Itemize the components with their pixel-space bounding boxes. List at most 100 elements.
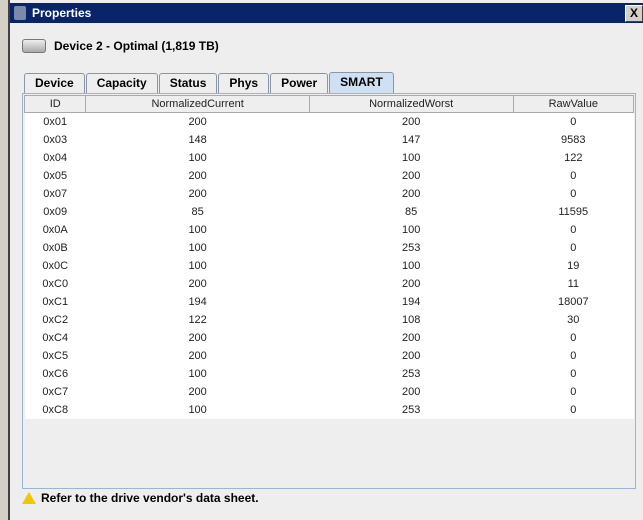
table-cell: 0x09 [24,203,86,221]
table-row[interactable]: 0x01 200 200 0 [24,112,634,131]
table-cell: 100 [85,257,310,275]
table-cell: 100 [85,365,310,383]
table-cell: 108 [309,311,514,329]
table-cell: 11 [513,275,634,293]
table-cell: 200 [309,112,514,131]
table-cell: 0 [513,365,634,383]
table-cell: 200 [309,275,514,293]
device-label: Device 2 - Optimal (1,819 TB) [54,39,219,53]
table-cell: 0 [513,347,634,365]
table-cell: 0xC2 [24,311,86,329]
table-cell: 30 [513,311,634,329]
table-cell: 0xC1 [24,293,86,311]
table-cell: 200 [309,347,514,365]
table-row[interactable]: 0xC2 122 108 30 [24,311,634,329]
column-header[interactable]: RawValue [512,95,635,113]
table-cell: 253 [309,401,514,419]
table-cell: 0x0A [24,221,86,239]
table-cell: 18007 [513,293,634,311]
table-cell: 0x03 [24,131,86,149]
table-row[interactable]: 0xC7 200 200 0 [24,383,634,401]
table-row[interactable]: 0xC0 200 200 11 [24,275,634,293]
table-row[interactable]: 0x07 200 200 0 [24,185,634,203]
table-cell: 0 [513,167,634,185]
smart-table: ID NormalizedCurrent NormalizedWorst RawVal… [23,95,635,419]
table-cell: 253 [309,239,514,257]
table-cell: 0 [513,112,634,131]
table-row[interactable]: 0x03 148 147 9583 [24,131,634,149]
table-cell: 148 [85,131,310,149]
table-cell: 0x01 [24,112,86,131]
table-row[interactable]: 0xC1 194 194 18007 [24,293,634,311]
table-row[interactable]: 0x04 100 100 122 [24,149,634,167]
window-title: Properties [32,6,92,20]
table-row[interactable]: 0x0C 100 100 19 [24,257,634,275]
footer-note: Refer to the drive vendor's data sheet. [22,491,259,505]
table-cell: 0xC5 [24,347,86,365]
table-cell: 100 [309,221,514,239]
column-header[interactable]: ID [23,95,87,113]
table-cell: 200 [85,185,310,203]
table-row[interactable]: 0xC8 100 253 0 [24,401,634,419]
table-cell: 85 [85,203,310,221]
table-row[interactable]: 0x09 85 85 11595 [24,203,634,221]
table-cell: 0xC6 [24,365,86,383]
table-cell: 194 [85,293,310,311]
table-cell: 100 [85,239,310,257]
properties-window: Properties X Device 2 - Optimal (1,819 T… [8,0,643,520]
table-cell: 200 [85,112,310,131]
table-cell: 0x05 [24,167,86,185]
table-row[interactable]: 0x05 200 200 0 [24,167,634,185]
table-cell: 200 [309,167,514,185]
footer-text: Refer to the drive vendor's data sheet. [41,491,259,505]
close-button[interactable]: X [625,5,643,22]
tab-phys[interactable]: Phys [218,73,270,93]
smart-panel: ID NormalizedCurrent NormalizedWorst RawVal… [22,93,636,489]
table-cell: 0xC8 [24,401,86,419]
warning-icon [22,492,36,504]
table-cell: 0 [513,185,634,203]
table-cell: 147 [309,131,514,149]
table-cell: 100 [85,401,310,419]
table-row[interactable]: 0x0A 100 100 0 [24,221,634,239]
table-cell: 0x07 [24,185,86,203]
device-header: Device 2 - Optimal (1,819 TB) [22,39,219,53]
table-cell: 200 [85,329,310,347]
table-cell: 194 [309,293,514,311]
table-cell: 0x0B [24,239,86,257]
table-cell: 122 [513,149,634,167]
table-row[interactable]: 0xC4 200 200 0 [24,329,634,347]
table-cell: 200 [85,167,310,185]
table-row[interactable]: 0x0B 100 253 0 [24,239,634,257]
table-row[interactable]: 0xC5 200 200 0 [24,347,634,365]
tab-status[interactable]: Status [158,73,218,93]
app-icon [14,6,26,20]
table-cell: 200 [85,347,310,365]
table-cell: 0xC4 [24,329,86,347]
table-cell: 0 [513,329,634,347]
drive-icon [22,39,46,53]
table-cell: 0 [513,383,634,401]
table-cell: 11595 [513,203,634,221]
column-header[interactable]: NormalizedCurrent [85,95,310,113]
table-cell: 200 [85,383,310,401]
table-cell: 200 [309,383,514,401]
table-cell: 85 [309,203,514,221]
table-row[interactable]: 0xC6 100 253 0 [24,365,634,383]
table-cell: 100 [85,149,310,167]
tab-power[interactable]: Power [270,73,329,93]
tab-capacity[interactable]: Capacity [85,73,158,93]
table-cell: 100 [309,257,514,275]
tab-smart[interactable]: SMART [329,72,394,93]
table-cell: 200 [85,275,310,293]
table-cell: 0xC7 [24,383,86,401]
table-cell: 122 [85,311,310,329]
table-cell: 0x04 [24,149,86,167]
table-cell: 200 [309,185,514,203]
table-cell: 253 [309,365,514,383]
tab-device[interactable]: Device [24,73,85,93]
column-header[interactable]: NormalizedWorst [308,95,514,113]
table-cell: 9583 [513,131,634,149]
table-cell: 0 [513,239,634,257]
title-bar[interactable]: Properties X [10,3,643,23]
